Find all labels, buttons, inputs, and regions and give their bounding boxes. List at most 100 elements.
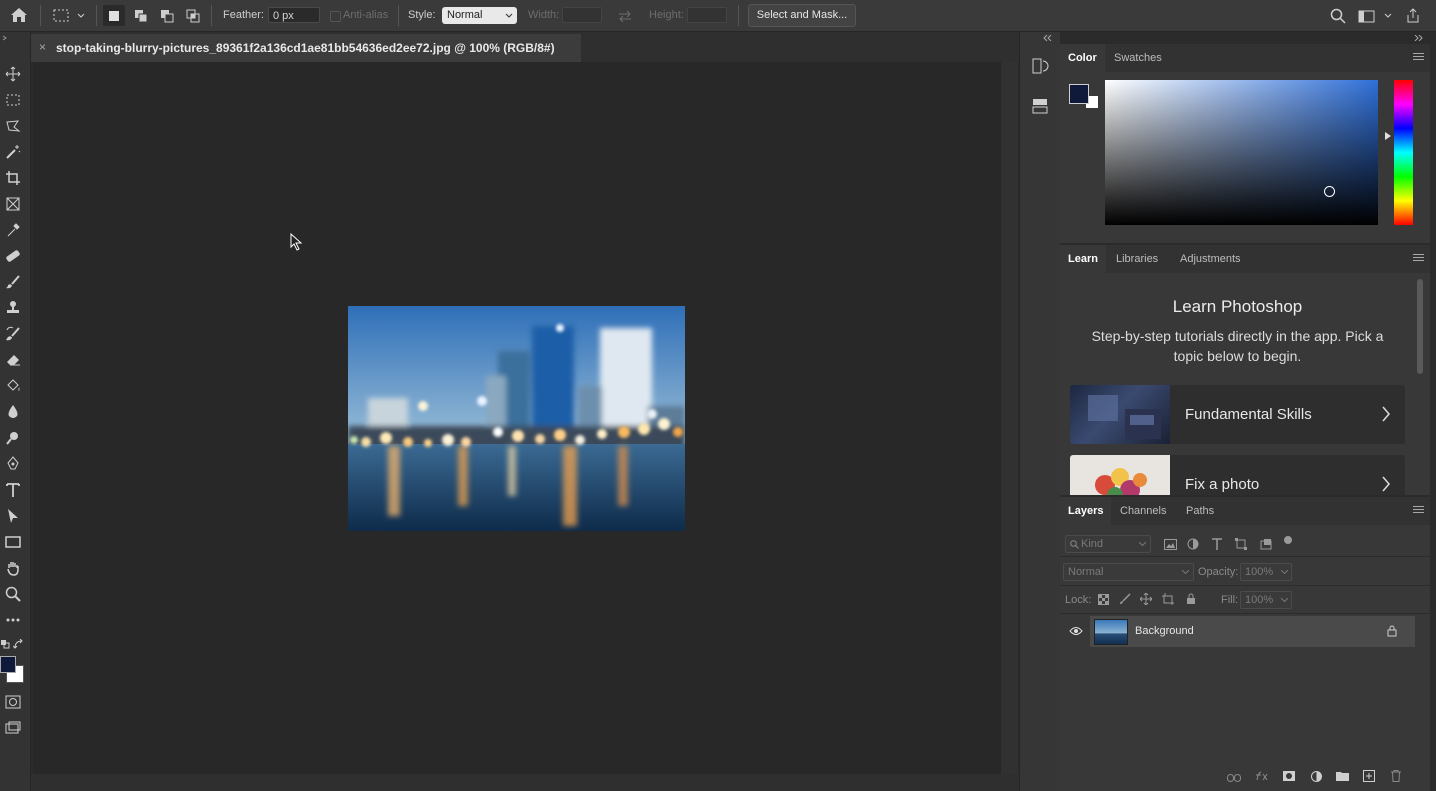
layer-row[interactable]: Background: [1060, 616, 1415, 647]
eye-visibility-icon[interactable]: [1068, 624, 1084, 638]
canvas-area[interactable]: [33, 62, 1001, 774]
layer-filter-select[interactable]: Kind: [1065, 535, 1151, 553]
new-group-icon[interactable]: [1334, 769, 1350, 783]
expand-toolbar-icon[interactable]: [1, 34, 9, 42]
add-mask-icon[interactable]: [1281, 769, 1297, 783]
document-image[interactable]: [348, 306, 685, 531]
height-input[interactable]: [687, 7, 727, 23]
select-and-mask-button[interactable]: Select and Mask...: [748, 4, 856, 27]
history-brush-tool-icon[interactable]: [2, 323, 24, 345]
filter-toggle-icon[interactable]: [1282, 534, 1294, 546]
hue-slider[interactable]: [1394, 80, 1413, 225]
swap-colors-icon[interactable]: [12, 638, 24, 650]
expand-panels-icon[interactable]: [1413, 34, 1425, 42]
tab-layers[interactable]: Layers: [1060, 497, 1112, 525]
clone-stamp-tool-icon[interactable]: [2, 297, 24, 319]
intersect-selection-icon[interactable]: [182, 5, 204, 26]
delete-layer-icon[interactable]: [1388, 769, 1404, 783]
rectangle-tool-icon[interactable]: [2, 531, 24, 553]
share-icon[interactable]: [1403, 6, 1423, 26]
canvas-vertical-scrollbar[interactable]: [1001, 62, 1018, 774]
home-icon[interactable]: [9, 5, 29, 25]
link-layers-icon[interactable]: [1226, 771, 1242, 785]
tab-channels[interactable]: Channels: [1112, 497, 1174, 525]
add-to-selection-icon[interactable]: [130, 5, 152, 26]
style-select[interactable]: Normal: [442, 7, 517, 24]
opacity-input[interactable]: 100%: [1240, 563, 1292, 581]
panel-menu-icon[interactable]: [1413, 254, 1424, 263]
learn-card-fundamental-skills[interactable]: Fundamental Skills: [1070, 385, 1405, 444]
panel-menu-icon[interactable]: [1413, 53, 1424, 62]
new-selection-icon[interactable]: [103, 5, 125, 26]
history-panel-icon[interactable]: [1028, 54, 1052, 78]
tab-learn[interactable]: Learn: [1060, 245, 1106, 273]
filter-pixel-icon[interactable]: [1162, 536, 1178, 552]
magic-wand-tool-icon[interactable]: [2, 141, 24, 163]
tab-libraries[interactable]: Libraries: [1108, 245, 1166, 273]
swap-dimensions-icon[interactable]: [614, 7, 636, 25]
subtract-from-selection-icon[interactable]: [156, 5, 178, 26]
panel-menu-icon[interactable]: [1413, 506, 1424, 515]
learn-card-fix-a-photo[interactable]: Fix a photo: [1070, 455, 1405, 495]
lock-artboard-icon[interactable]: [1161, 592, 1175, 606]
move-tool-icon[interactable]: [2, 63, 24, 85]
feather-input[interactable]: 0 px: [268, 7, 320, 23]
frame-tool-icon[interactable]: [2, 193, 24, 215]
pen-tool-icon[interactable]: [2, 453, 24, 475]
tab-adjustments[interactable]: Adjustments: [1172, 245, 1249, 273]
lock-position-icon[interactable]: [1139, 592, 1153, 606]
options-bar: Feather: 0 px Anti-alias Style: Normal W…: [0, 0, 1436, 32]
filter-type-icon[interactable]: [1209, 536, 1225, 552]
properties-panel-icon[interactable]: [1028, 94, 1052, 118]
lock-label: Lock:: [1065, 594, 1092, 606]
lasso-tool-icon[interactable]: [2, 115, 24, 137]
crop-tool-icon[interactable]: [2, 167, 24, 189]
filter-smart-object-icon[interactable]: [1258, 536, 1274, 552]
filter-adjustment-icon[interactable]: [1185, 536, 1201, 552]
tab-color[interactable]: Color: [1060, 44, 1105, 72]
screen-mode-icon[interactable]: [2, 717, 24, 739]
fill-input[interactable]: 100%: [1240, 591, 1292, 609]
tab-swatches[interactable]: Swatches: [1106, 44, 1170, 72]
learn-scrollbar[interactable]: [1417, 279, 1423, 374]
lock-image-pixels-icon[interactable]: [1118, 592, 1132, 606]
hand-tool-icon[interactable]: [2, 557, 24, 579]
filter-shape-icon[interactable]: [1233, 536, 1249, 552]
workspace-switcher-icon[interactable]: [1357, 6, 1393, 26]
search-icon[interactable]: [1328, 6, 1348, 26]
foreground-color-swatch[interactable]: [0, 656, 16, 673]
close-tab-icon[interactable]: ×: [39, 40, 46, 54]
feather-label: Feather:: [223, 9, 264, 21]
rectangular-marquee-tool-icon[interactable]: [2, 89, 24, 111]
default-colors-icon[interactable]: [0, 639, 10, 649]
new-adjustment-layer-icon[interactable]: [1308, 769, 1324, 783]
blur-tool-icon[interactable]: [2, 401, 24, 423]
path-selection-tool-icon[interactable]: [2, 505, 24, 527]
foreground-color-chip[interactable]: [1069, 84, 1089, 104]
quick-mask-icon[interactable]: [2, 691, 24, 713]
layer-effects-icon[interactable]: [1254, 769, 1270, 783]
dodge-tool-icon[interactable]: [2, 427, 24, 449]
blend-mode-select[interactable]: Normal: [1063, 563, 1194, 581]
paint-bucket-tool-icon[interactable]: [2, 375, 24, 397]
healing-brush-tool-icon[interactable]: [2, 245, 24, 267]
hue-slider-arrow-icon[interactable]: [1385, 131, 1391, 143]
card-title: Fundamental Skills: [1185, 406, 1312, 423]
new-layer-icon[interactable]: [1361, 769, 1377, 783]
color-field[interactable]: [1105, 80, 1378, 225]
lock-transparent-pixels-icon[interactable]: [1096, 592, 1110, 606]
type-tool-icon[interactable]: [2, 479, 24, 501]
color-picker-handle[interactable]: [1324, 186, 1335, 197]
collapse-panels-icon[interactable]: [1042, 34, 1054, 42]
more-tools-icon[interactable]: [2, 609, 24, 631]
document-tab[interactable]: × stop-taking-blurry-pictures_89361f2a13…: [31, 34, 581, 62]
tab-paths[interactable]: Paths: [1178, 497, 1222, 525]
lock-all-icon[interactable]: [1184, 592, 1198, 606]
marquee-preset-picker[interactable]: [50, 6, 90, 26]
brush-tool-icon[interactable]: [2, 271, 24, 293]
eyedropper-tool-icon[interactable]: [2, 219, 24, 241]
anti-alias-checkbox[interactable]: [330, 11, 341, 22]
eraser-tool-icon[interactable]: [2, 349, 24, 371]
width-input[interactable]: [562, 7, 602, 23]
zoom-tool-icon[interactable]: [2, 583, 24, 605]
